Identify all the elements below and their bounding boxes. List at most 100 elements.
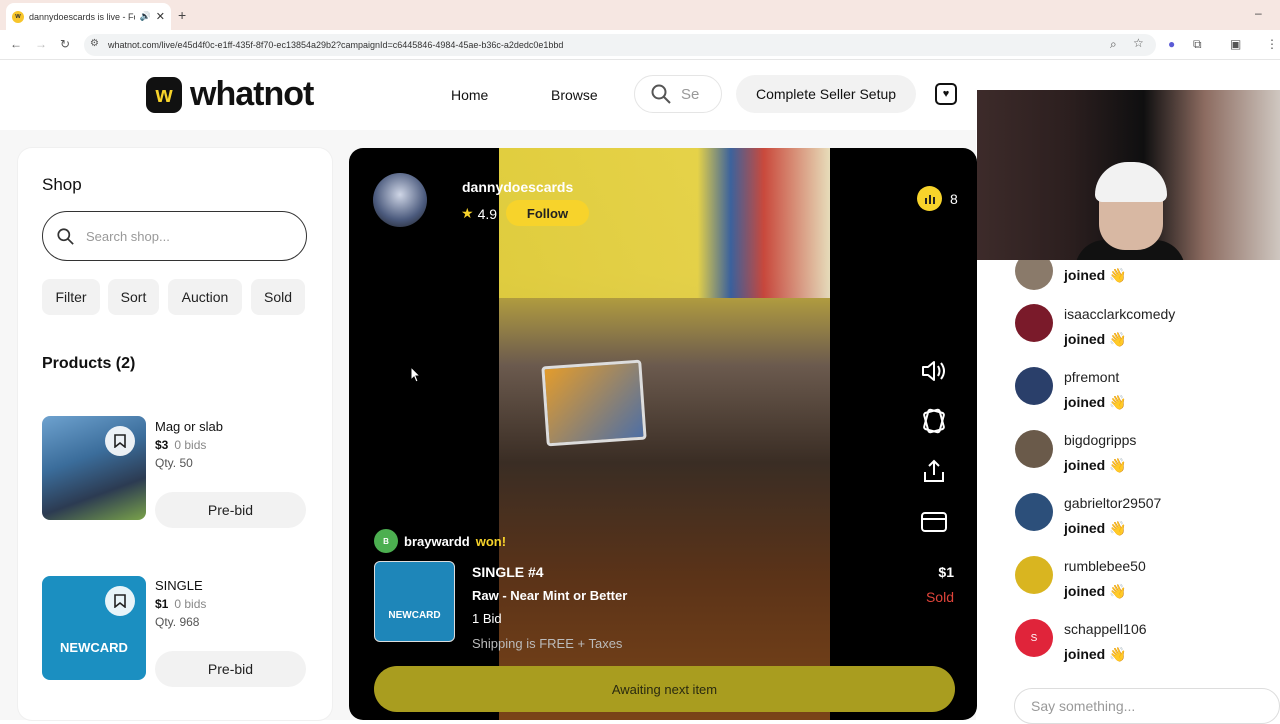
bookmark-icon[interactable]: [105, 426, 135, 456]
browser-tab[interactable]: w dannydoescards is live - Fo 🔊 ✕: [6, 3, 171, 30]
shop-search-input[interactable]: Search shop...: [42, 211, 307, 261]
bid-count: 0 bids: [174, 438, 207, 452]
chat-message: isaacclarkcomedy joined 👋: [1015, 304, 1275, 354]
nav-home[interactable]: Home: [451, 87, 488, 103]
product-name[interactable]: Mag or slab: [155, 419, 223, 434]
product-price: $1 0 bids: [155, 597, 206, 611]
nav-browse[interactable]: Browse: [551, 87, 598, 103]
newcard-logo: NEWCARD: [60, 640, 128, 655]
streamer-avatar[interactable]: [373, 173, 427, 227]
minimize-icon[interactable]: –: [1255, 6, 1262, 20]
chat-username[interactable]: gabrieltor29507: [1064, 495, 1161, 511]
cards-icon[interactable]: [918, 405, 950, 437]
chat-message: pfremont joined 👋: [1015, 367, 1275, 417]
chat-username[interactable]: pfremont: [1064, 369, 1119, 385]
stream-video: [499, 148, 830, 720]
chat-message-text: joined 👋: [1064, 267, 1127, 283]
payment-card-icon[interactable]: [918, 506, 950, 538]
bookmark-star-icon[interactable]: ☆: [1133, 36, 1144, 50]
zoom-icon[interactable]: ⌕: [1110, 37, 1117, 52]
bookmark-icon[interactable]: [105, 586, 135, 616]
product-quantity: Qty. 50: [155, 456, 193, 470]
chat-input[interactable]: Say something...: [1014, 688, 1280, 724]
chat-message-text: joined 👋: [1064, 520, 1127, 536]
new-tab-icon[interactable]: +: [178, 7, 186, 23]
puzzle-icon[interactable]: ⧉: [1193, 37, 1202, 52]
current-item-bids: 1 Bid: [472, 611, 502, 626]
chat-avatar[interactable]: [1015, 367, 1053, 405]
filter-button[interactable]: Filter: [42, 279, 100, 315]
back-icon[interactable]: ←: [10, 37, 22, 51]
viewer-count: 8: [917, 186, 958, 211]
header-search[interactable]: Se: [634, 75, 722, 113]
forward-icon[interactable]: →: [35, 37, 47, 51]
viewers-icon: [917, 186, 942, 211]
current-item-status: Sold: [925, 589, 954, 605]
viewer-count-value: 8: [950, 190, 958, 207]
whatnot-favicon-icon: w: [12, 10, 24, 23]
menu-icon[interactable]: ⋮: [1266, 37, 1278, 51]
share-icon[interactable]: [918, 455, 950, 487]
heart-message-icon[interactable]: ♥: [935, 83, 957, 105]
follow-button[interactable]: Follow: [506, 200, 589, 226]
chat-message: gabrieltor29507 joined 👋: [1015, 493, 1275, 543]
speaker-icon[interactable]: 🔊: [140, 11, 151, 22]
browser-tab-bar: [0, 0, 1280, 30]
chat-username[interactable]: isaacclarkcomedy: [1064, 306, 1175, 322]
current-item-condition: Raw - Near Mint or Better: [472, 588, 628, 603]
sidepanel-icon[interactable]: ▣: [1230, 37, 1241, 51]
current-item-image: NEWCARD: [374, 561, 455, 642]
close-tab-icon[interactable]: ✕: [156, 10, 165, 23]
auction-button[interactable]: Auction: [168, 279, 242, 315]
product-name[interactable]: SINGLE: [155, 578, 203, 593]
chat-message-text: joined 👋: [1064, 457, 1127, 473]
extension-icon[interactable]: ●: [1168, 37, 1175, 51]
webcam-overlay: [977, 90, 1280, 260]
price-value: $3: [155, 438, 169, 452]
streamer-name[interactable]: dannydoescards: [462, 179, 573, 195]
video-card-slab: [541, 359, 647, 447]
current-item-price: $1: [938, 564, 954, 580]
volume-icon[interactable]: [918, 355, 950, 387]
chat-avatar[interactable]: [1015, 493, 1053, 531]
pre-bid-button[interactable]: Pre-bid: [155, 492, 306, 528]
rating-value: 4.9: [477, 205, 498, 222]
chat-message-text: joined 👋: [1064, 646, 1127, 662]
chat-avatar[interactable]: [1015, 556, 1053, 594]
winner-banner: B braywardd won!: [374, 529, 506, 553]
current-item-title: SINGLE #4: [472, 564, 544, 580]
url-field[interactable]: whatnot.com/live/e45d4f0c-e1ff-435f-8f70…: [84, 34, 1156, 56]
product-price: $3 0 bids: [155, 438, 206, 452]
whatnot-logo[interactable]: w whatnot: [146, 75, 314, 114]
chat-message-text: joined 👋: [1064, 394, 1127, 410]
pre-bid-button[interactable]: Pre-bid: [155, 651, 306, 687]
winner-name[interactable]: braywardd: [404, 534, 470, 549]
header-search-placeholder: Se: [681, 85, 700, 103]
product-quantity: Qty. 968: [155, 615, 200, 629]
awaiting-next-item-button[interactable]: Awaiting next item: [374, 666, 955, 712]
chat-username[interactable]: schappell106: [1064, 621, 1147, 637]
product-image[interactable]: NEWCARD: [42, 576, 146, 680]
products-heading: Products (2): [42, 355, 136, 372]
chat-avatar[interactable]: [1015, 304, 1053, 342]
chat-message-text: joined 👋: [1064, 583, 1127, 599]
chat-username[interactable]: rumblebee50: [1064, 558, 1146, 574]
chat-message: bigdogripps joined 👋: [1015, 430, 1275, 480]
bid-count: 0 bids: [174, 597, 207, 611]
chat-avatar[interactable]: S: [1015, 619, 1053, 657]
tab-title: dannydoescards is live - Fo: [29, 11, 135, 22]
search-icon: [57, 227, 74, 245]
won-label: won!: [475, 533, 507, 549]
reload-icon[interactable]: ↻: [60, 37, 70, 51]
product-image[interactable]: [42, 416, 146, 520]
winner-avatar: B: [374, 529, 398, 553]
site-info-icon[interactable]: ⚙: [90, 38, 99, 49]
search-icon: [651, 84, 671, 104]
sort-button[interactable]: Sort: [108, 279, 159, 315]
chat-username[interactable]: bigdogripps: [1064, 432, 1136, 448]
complete-seller-setup-button[interactable]: Complete Seller Setup: [736, 75, 916, 113]
chat-message-text: joined 👋: [1064, 331, 1127, 347]
chat-avatar[interactable]: [1015, 430, 1053, 468]
current-item-shipping: Shipping is FREE + Taxes: [472, 636, 623, 651]
sold-button[interactable]: Sold: [251, 279, 305, 315]
